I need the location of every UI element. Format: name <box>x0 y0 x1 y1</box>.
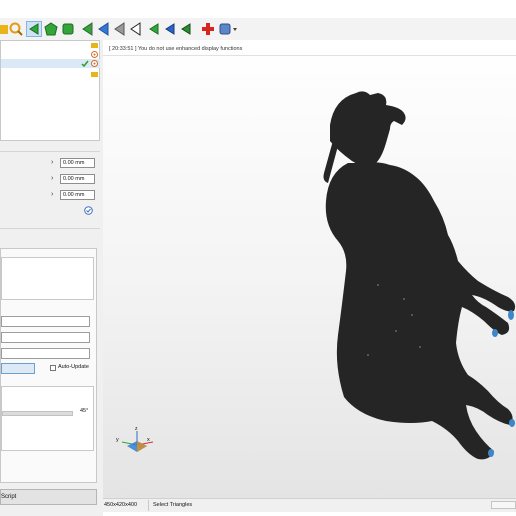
select-polygon-tool-icon[interactable] <box>43 21 59 37</box>
divider <box>0 151 100 152</box>
add-red-cross-icon[interactable] <box>200 21 216 37</box>
search-icon[interactable] <box>8 21 24 37</box>
chevron-right-icon[interactable]: › <box>51 191 53 199</box>
axis-y-label: y <box>116 437 119 443</box>
divider <box>148 500 149 511</box>
progress-indicator <box>491 501 516 509</box>
slider-box: 45° <box>1 386 94 451</box>
check-icon[interactable] <box>81 60 89 69</box>
axis-z-label: z <box>135 426 138 432</box>
green-arrow-dark-icon[interactable] <box>178 21 194 37</box>
log-message: [ 20:33:51 ] You do not use enhanced dis… <box>109 46 243 52</box>
left-panel: › 0.00 mm › 0.00 mm › 0.00 mm Auto-Updat… <box>0 40 103 516</box>
status-dimensions: 450x420x400 <box>104 502 138 508</box>
blue-arrow-icon[interactable] <box>162 21 178 37</box>
offset-y-field[interactable]: 0.00 mm <box>60 174 95 184</box>
script-button-label: Script <box>1 494 17 500</box>
offset-z-field[interactable]: 0.00 mm <box>60 190 95 200</box>
chevron-right-icon[interactable]: › <box>51 175 53 183</box>
offset-x-field[interactable]: 0.00 mm <box>60 158 95 168</box>
text-field[interactable] <box>1 348 90 359</box>
folder-icon[interactable] <box>91 42 98 50</box>
select-mark-alt-icon[interactable] <box>96 21 112 37</box>
select-triangle-tool-icon[interactable] <box>26 21 42 37</box>
action-button[interactable] <box>1 363 35 374</box>
sheep-3d-model[interactable] <box>308 85 516 465</box>
apply-icon[interactable] <box>84 206 93 217</box>
angle-slider-track[interactable] <box>2 411 73 416</box>
select-patch-tool-icon[interactable] <box>60 21 76 37</box>
visibility-icon[interactable] <box>91 60 98 69</box>
select-mark-icon[interactable] <box>80 21 96 37</box>
select-mark-grey-icon[interactable] <box>112 21 128 37</box>
visibility-icon[interactable] <box>91 51 98 60</box>
select-mark-outline-icon[interactable] <box>128 21 144 37</box>
auto-update-label: Auto-Update <box>58 364 89 370</box>
green-arrow-icon[interactable] <box>146 21 162 37</box>
script-button[interactable]: Script <box>0 489 97 505</box>
axis-x-label: x <box>147 437 150 443</box>
folder-icon[interactable] <box>91 71 98 79</box>
text-field[interactable] <box>1 332 90 343</box>
3d-viewport[interactable]: [ 20:33:51 ] You do not use enhanced dis… <box>103 40 516 498</box>
view-dropdown-icon[interactable] <box>218 21 237 37</box>
auto-update-checkbox[interactable] <box>50 365 56 371</box>
log-bar: [ 20:33:51 ] You do not use enhanced dis… <box>103 42 516 56</box>
angle-value: 45° <box>80 408 89 414</box>
status-mode: Select Triangles <box>153 502 193 508</box>
axis-gizmo <box>121 431 154 452</box>
status-bar: 450x420x400 Select Triangles <box>103 498 516 512</box>
preview-box <box>1 257 94 300</box>
chevron-right-icon[interactable]: › <box>51 159 53 167</box>
divider <box>0 228 100 229</box>
settings-panel: Auto-Update 45° <box>0 248 97 483</box>
toolbar <box>0 18 516 41</box>
text-field[interactable] <box>1 316 90 327</box>
object-tree <box>0 40 100 141</box>
